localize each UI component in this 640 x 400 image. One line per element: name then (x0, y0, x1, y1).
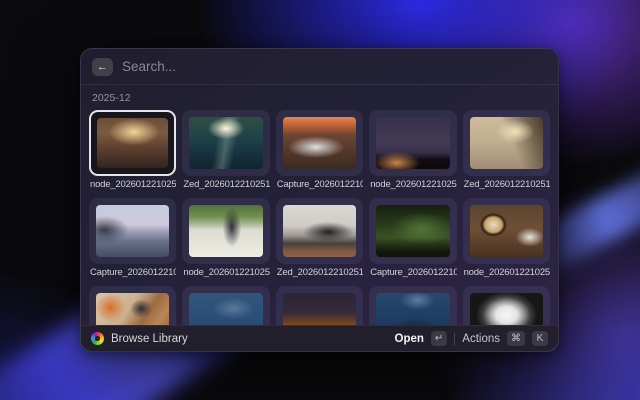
photo-thumbnail-ocean-birds (189, 293, 262, 325)
photo-cell: node_202601221025... (463, 198, 550, 279)
photo-cell: node_202601221025... (89, 110, 176, 191)
back-button[interactable]: ← (92, 58, 113, 76)
browse-library-app-icon (91, 332, 104, 345)
photo-thumbnail-skyscrapers-bw (470, 293, 543, 325)
photo-thumbnail-desert-dunes-night (283, 293, 356, 325)
photo-card-person-walking[interactable] (182, 198, 269, 264)
photo-filename: Capture_2026012210... (89, 267, 176, 279)
photo-cell: Capture_2026012210... (89, 198, 176, 279)
footer-divider (454, 333, 455, 345)
photo-thumbnail-aurora-night-sky (376, 205, 449, 257)
photo-filename: node_202601221025... (89, 179, 176, 191)
footer-app-group: Browse Library (91, 332, 188, 345)
photo-cell: Capture_2026012210... (276, 110, 363, 191)
photo-card-sunlit-forest[interactable] (89, 110, 176, 176)
photo-cell: Zed_2026012210251... (463, 110, 550, 191)
photo-filename: node_202601221025... (182, 267, 269, 279)
open-action-label[interactable]: Open (395, 333, 424, 345)
k-keycap: K (532, 331, 548, 346)
photo-thumbnail-turntable (283, 205, 356, 257)
photo-grid: node_202601221025... Zed_2026012210251...… (89, 110, 550, 325)
photo-card-aurora-night-sky[interactable] (369, 198, 456, 264)
actions-menu-label[interactable]: Actions (462, 333, 500, 345)
photo-library-content: 2025-12 node_202601221025... Zed_20260122… (81, 85, 558, 325)
photo-thumbnail-lake-dusk (96, 205, 169, 257)
photo-card-dusk-tree-silhouette[interactable] (369, 110, 456, 176)
photo-card-skyscrapers-bw[interactable] (463, 286, 550, 325)
photo-cell: node_202601221025... (182, 198, 269, 279)
photo-thumbnail-person-walking (189, 205, 262, 257)
photo-filename: Zed_2026012210251... (182, 179, 269, 191)
photo-filename: node_202601221025... (463, 267, 550, 279)
enter-keycap: ↵ (431, 331, 447, 346)
photo-thumbnail-foggy-sunrise (470, 117, 543, 169)
photo-cell (276, 286, 363, 325)
photo-cell (463, 286, 550, 325)
command-keycap: ⌘ (507, 331, 525, 346)
footer-actions-group: Open ↵ Actions ⌘ K (395, 331, 549, 346)
photo-thumbnail-dusk-tree-silhouette (376, 117, 449, 169)
search-input[interactable] (122, 59, 547, 74)
photo-card-lake-dusk[interactable] (89, 198, 176, 264)
media-browser-window: ← 2025-12 node_202601221025... Zed_202601… (80, 48, 559, 352)
photo-card-desk-workspace[interactable] (89, 286, 176, 325)
photo-cell (369, 286, 456, 325)
photo-cell (182, 286, 269, 325)
section-date-label: 2025-12 (92, 92, 550, 104)
photo-cell: Zed_2026012210251... (276, 198, 363, 279)
back-arrow-icon: ← (97, 58, 108, 76)
photo-card-forest-road[interactable] (182, 110, 269, 176)
search-header: ← (81, 49, 558, 85)
footer-bar: Browse Library Open ↵ Actions ⌘ K (81, 325, 558, 351)
photo-filename: Capture_2026012210... (369, 267, 456, 279)
photo-cell: node_202601221025... (369, 110, 456, 191)
photo-thumbnail-desk-workspace (96, 293, 169, 325)
photo-card-underwater-blue[interactable] (369, 286, 456, 325)
photo-filename: Zed_2026012210251... (463, 179, 550, 191)
photo-card-ocean-birds[interactable] (182, 286, 269, 325)
photo-thumbnail-underwater-blue (376, 293, 449, 325)
photo-thumbnail-forest-road (189, 117, 262, 169)
photo-card-foggy-sunrise[interactable] (463, 110, 550, 176)
photo-card-desert-dunes-night[interactable] (276, 286, 363, 325)
photo-filename: node_202601221025... (369, 179, 456, 191)
photo-thumbnail-sunlit-forest (97, 118, 168, 168)
photo-card-icy-stream-sunset[interactable] (276, 110, 363, 176)
photo-filename: Capture_2026012210... (276, 179, 363, 191)
photo-cell: Capture_2026012210... (369, 198, 456, 279)
footer-app-label: Browse Library (111, 333, 188, 345)
photo-card-turntable[interactable] (276, 198, 363, 264)
photo-card-coffee-cup[interactable] (463, 198, 550, 264)
photo-thumbnail-coffee-cup (470, 205, 543, 257)
photo-cell (89, 286, 176, 325)
photo-filename: Zed_2026012210251... (276, 267, 363, 279)
photo-cell: Zed_2026012210251... (182, 110, 269, 191)
photo-thumbnail-icy-stream-sunset (283, 117, 356, 169)
